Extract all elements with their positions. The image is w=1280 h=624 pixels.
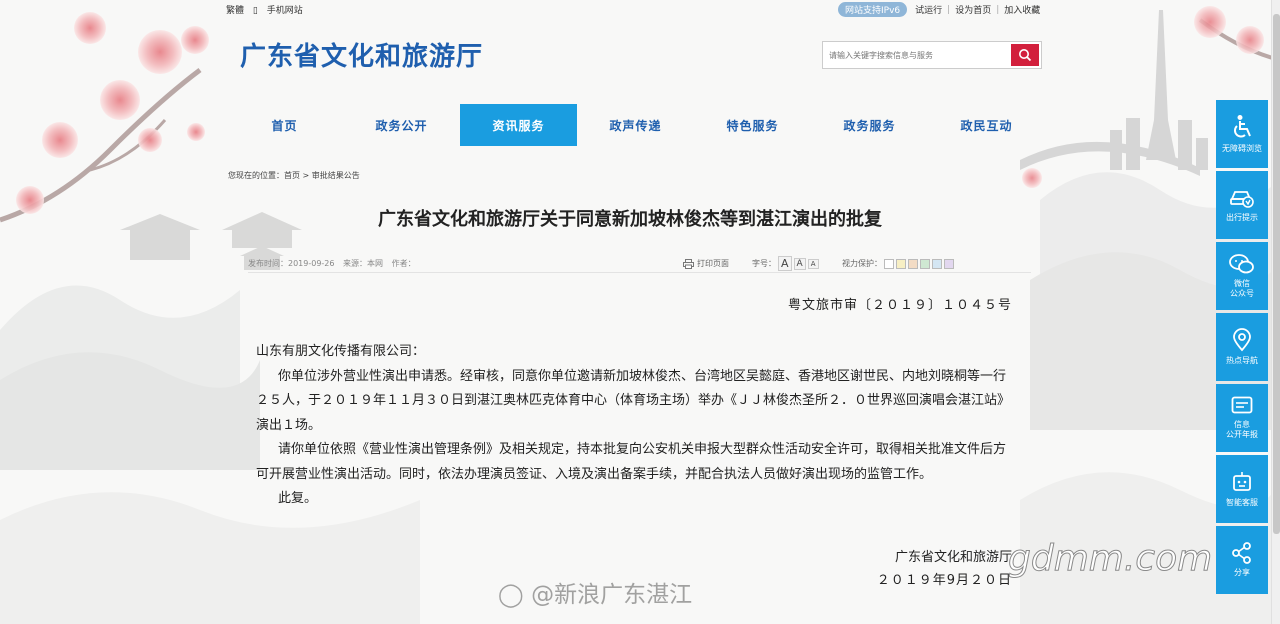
- report-icon: [1231, 396, 1253, 414]
- sidebar-item-wechat[interactable]: 微信 公众号: [1216, 242, 1268, 310]
- sidebar-item-label: 无障碍浏览: [1222, 144, 1262, 153]
- article-meta: 发布时间：2019-09-26 来源：本网 作者：: [248, 258, 422, 269]
- body-paragraph: 请你单位依照《营业性演出管理条例》及相关规定，持本批复向公安机关申报大型群众性活…: [256, 442, 1007, 482]
- font-size-control: 字号： A A A: [752, 256, 819, 271]
- signature-organization: 广东省文化和旅游厅: [894, 550, 1012, 565]
- top-utility-bar: 繁體 ▯ 手机网站: [226, 3, 309, 17]
- sidebar-item-hot-navigation[interactable]: 热点导航: [1216, 313, 1268, 381]
- sidebar-item-label: 热点导航: [1226, 356, 1258, 365]
- robot-icon: [1233, 472, 1251, 491]
- sidebar-item-share[interactable]: 分享: [1216, 526, 1268, 594]
- top-right-links: 网站支持IPv6 试运行 | 设为首页 | 加入收藏: [838, 2, 1040, 17]
- signature-date: ２０１９年9月２０日: [876, 573, 1012, 588]
- publish-date: 发布时间：2019-09-26: [248, 259, 335, 268]
- font-size-label: 字号：: [752, 259, 776, 268]
- floating-sidebar: 无障碍浏览 出行提示 微信 公众号 热点导航 信息 公开年报 智能客服 分享: [1216, 100, 1268, 597]
- breadcrumb-separator: >: [302, 171, 310, 180]
- divider: |: [947, 4, 951, 15]
- scrollbar-thumb[interactable]: [1273, 14, 1280, 534]
- nav-gov-service[interactable]: 政务服务: [811, 104, 928, 146]
- document-number: 粤文旅市审〔２０１９〕１０４５号: [787, 298, 1012, 313]
- breadcrumb-prefix: 您现在的位置：: [228, 171, 284, 180]
- article-author: 作者：: [391, 259, 416, 268]
- weibo-watermark: ◯ @新浪广东湛江: [498, 575, 692, 609]
- car-icon: [1230, 191, 1254, 208]
- vision-protection-control: 视力保护：: [842, 258, 954, 269]
- accessibility-icon: [1234, 115, 1251, 138]
- set-homepage-link[interactable]: 设为首页: [955, 3, 991, 16]
- sidebar-item-label: 信息 公开年报: [1226, 420, 1258, 439]
- sidebar-item-label: 智能客服: [1226, 498, 1258, 507]
- divider: [248, 272, 1031, 273]
- weibo-logo-icon: ◯: [498, 582, 524, 608]
- nav-home[interactable]: 首页: [226, 104, 343, 146]
- nav-featured-service[interactable]: 特色服务: [694, 104, 811, 146]
- nav-info-service[interactable]: 资讯服务: [460, 104, 577, 146]
- vision-color-swatch[interactable]: [932, 258, 942, 269]
- divider: |: [996, 4, 1000, 15]
- closing-line: 此复。: [278, 491, 318, 506]
- location-icon: [1233, 328, 1251, 352]
- vision-color-swatch[interactable]: [896, 258, 906, 269]
- traditional-chinese-link[interactable]: 繁體: [226, 6, 244, 16]
- font-large-button[interactable]: A: [778, 256, 792, 271]
- body-paragraph: 你单位涉外营业性演出申请悉。经审核，同意你单位邀请新加坡林俊杰、台湾地区吴懿庭、…: [256, 368, 1011, 433]
- background-illustration: [0, 0, 1280, 624]
- article-source: 来源：本网: [343, 259, 384, 268]
- trial-run-label: 试运行: [915, 6, 943, 16]
- site-title[interactable]: 广东省文化和旅游厅: [240, 36, 483, 73]
- nav-interaction[interactable]: 政民互动: [928, 104, 1045, 146]
- search-box: [822, 41, 1042, 69]
- main-nav: 首页 政务公开 资讯服务 政声传递 特色服务 政务服务 政民互动: [226, 104, 1045, 146]
- site-watermark: gdmm.com: [1007, 538, 1213, 580]
- vision-color-swatch[interactable]: [920, 258, 930, 269]
- nav-policy-voice[interactable]: 政声传递: [577, 104, 694, 146]
- printer-icon: [683, 258, 694, 269]
- sidebar-item-label: 出行提示: [1226, 213, 1258, 222]
- sidebar-item-annual-report[interactable]: 信息 公开年报: [1216, 384, 1268, 452]
- mobile-site-link[interactable]: 手机网站: [267, 6, 303, 16]
- search-button[interactable]: [1011, 44, 1039, 66]
- breadcrumb: 您现在的位置：首页 > 审批结果公告: [228, 170, 360, 181]
- vision-color-swatch[interactable]: [908, 258, 918, 269]
- sidebar-item-travel-tips[interactable]: 出行提示: [1216, 171, 1268, 239]
- weibo-watermark-text: @新浪广东湛江: [531, 582, 693, 608]
- mobile-phone-icon: ▯: [252, 6, 258, 16]
- nav-government-affairs[interactable]: 政务公开: [343, 104, 460, 146]
- article-body: 山东有朋文化传播有限公司： 你单位涉外营业性演出申请悉。经审核，同意你单位邀请新…: [256, 340, 1016, 512]
- vision-color-swatch[interactable]: [884, 258, 894, 269]
- sidebar-item-accessibility[interactable]: 无障碍浏览: [1216, 100, 1268, 168]
- article-title: 广东省文化和旅游厅关于同意新加坡林俊杰等到湛江演出的批复: [378, 209, 882, 230]
- breadcrumb-current[interactable]: 审批结果公告: [312, 171, 360, 180]
- sidebar-item-label: 微信 公众号: [1230, 279, 1254, 298]
- vision-color-swatch[interactable]: [944, 258, 954, 269]
- ipv6-badge: 网站支持IPv6: [838, 2, 908, 17]
- search-icon: [1019, 49, 1032, 62]
- print-page-label: 打印页面: [697, 259, 729, 268]
- sidebar-item-label: 分享: [1234, 568, 1250, 577]
- addressee: 山东有朋文化传播有限公司：: [256, 344, 426, 359]
- font-small-button[interactable]: A: [807, 258, 819, 269]
- share-icon: [1232, 542, 1251, 564]
- print-page-button[interactable]: 打印页面: [683, 258, 729, 269]
- font-medium-button[interactable]: A: [793, 257, 806, 270]
- breadcrumb-home[interactable]: 首页: [284, 171, 300, 180]
- vision-protection-label: 视力保护：: [842, 259, 882, 268]
- page-scrollbar[interactable]: [1271, 0, 1280, 624]
- sidebar-item-smart-service[interactable]: 智能客服: [1216, 455, 1268, 523]
- add-favorite-link[interactable]: 加入收藏: [1004, 3, 1040, 16]
- search-input[interactable]: [823, 42, 1009, 68]
- wechat-icon: [1229, 254, 1254, 274]
